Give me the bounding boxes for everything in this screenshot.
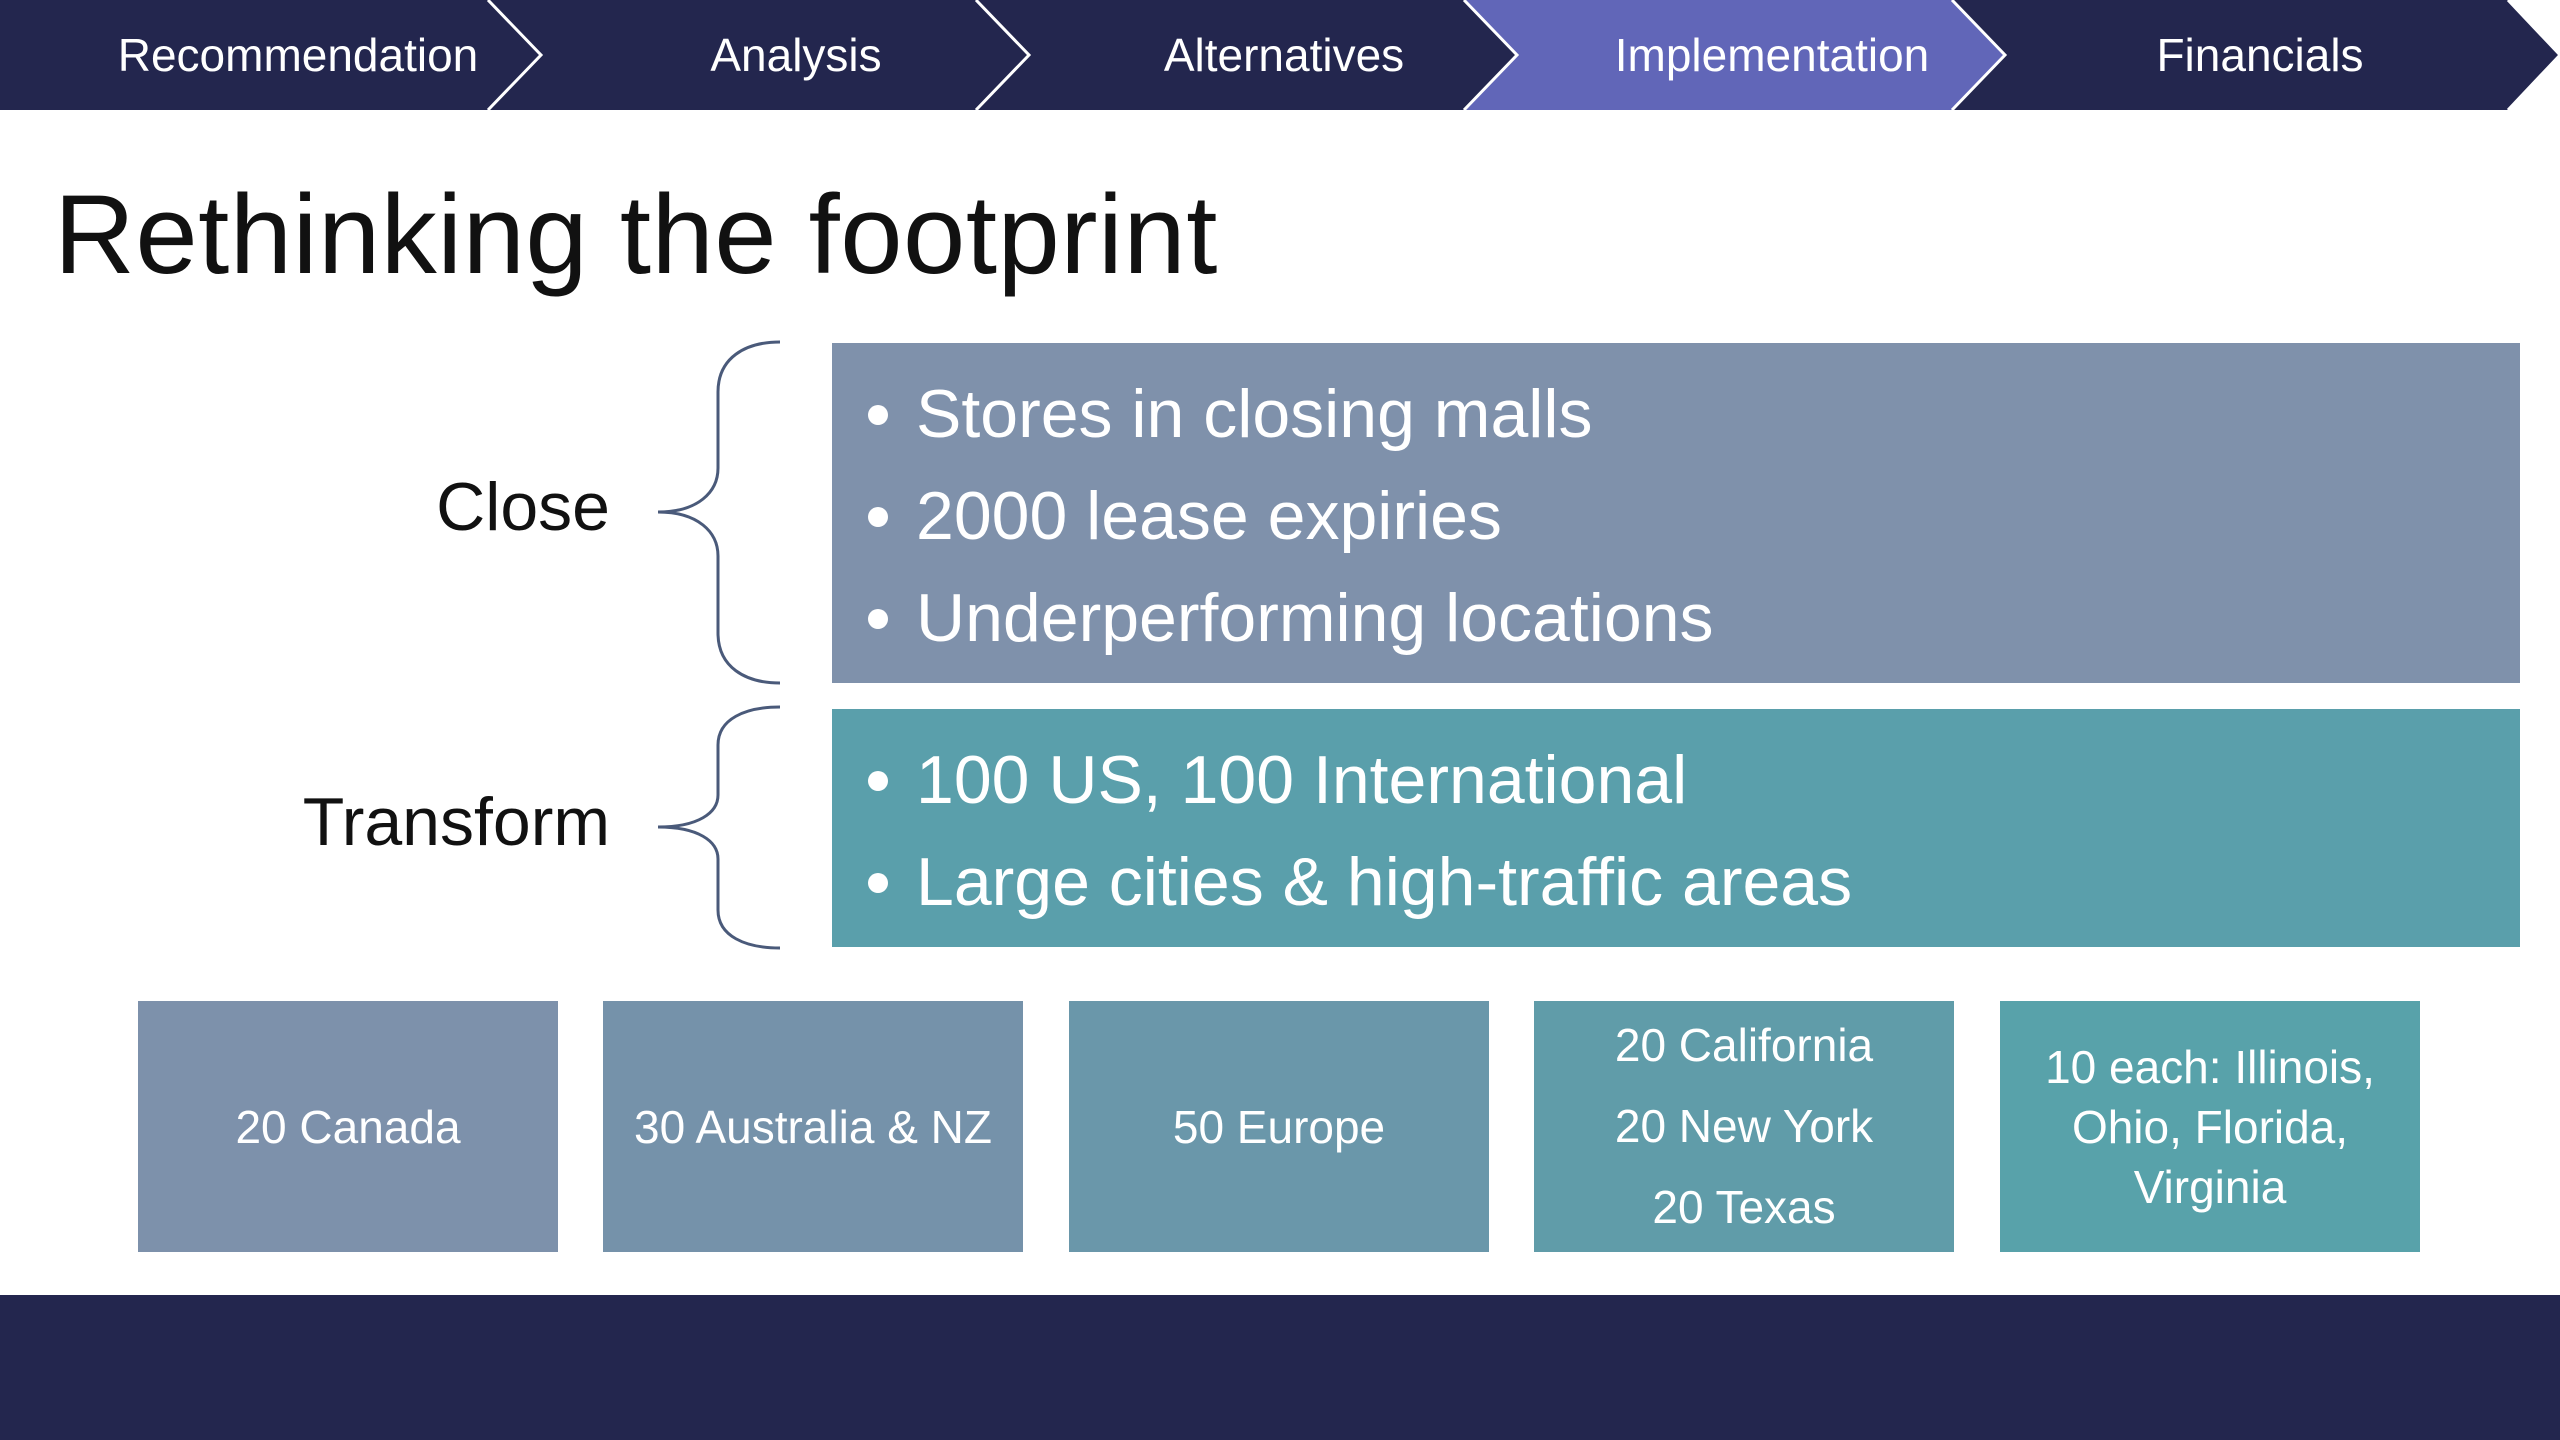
region-tile-europe: 50 Europe (1069, 1001, 1489, 1252)
tab-recommendation[interactable]: Recommendation (88, 0, 508, 110)
transform-item: Large cities & high-traffic areas (860, 831, 2520, 933)
tab-alternatives[interactable]: Alternatives (1074, 0, 1494, 110)
footer-bar (0, 1295, 2560, 1440)
tile-line: Virginia (2133, 1160, 2287, 1213)
transform-list: 100 US, 100 International Large cities &… (860, 729, 2520, 933)
transform-item: 100 US, 100 International (860, 729, 2520, 831)
tile-line: 30 Australia & NZ (634, 1100, 992, 1153)
tile-line: 50 Europe (1172, 1100, 1386, 1153)
close-list: Stores in closing malls 2000 lease expir… (860, 363, 2520, 669)
tab-analysis[interactable]: Analysis (586, 0, 1006, 110)
transform-label: Transform (302, 784, 610, 860)
close-item: Stores in closing malls (860, 363, 2520, 465)
tab-financials[interactable]: Financials (2050, 0, 2470, 110)
tile-line: Ohio, Florida, (2071, 1100, 2349, 1153)
close-brace-icon (657, 340, 781, 685)
transform-brace-icon (657, 705, 781, 950)
tab-implementation[interactable]: Implementation (1562, 0, 1982, 110)
close-item: 2000 lease expiries (860, 465, 2520, 567)
tile-line: 20 California (1614, 1019, 1874, 1071)
region-tile-canada: 20 Canada (138, 1001, 558, 1252)
slide-title: Rethinking the footprint (54, 172, 1218, 297)
tile-line: 20 Canada (235, 1100, 461, 1153)
close-label: Close (436, 469, 610, 545)
tile-line: 20 New York (1614, 1100, 1874, 1152)
close-item: Underperforming locations (860, 567, 2520, 669)
region-tile-us-other-states: 10 each: Illinois, Ohio, Florida, Virgin… (2000, 1001, 2420, 1252)
process-nav: Recommendation Analysis Alternatives Imp… (0, 0, 2560, 110)
close-panel: Stores in closing malls 2000 lease expir… (832, 343, 2520, 683)
tile-line: 20 Texas (1652, 1181, 1836, 1233)
transform-panel: 100 US, 100 International Large cities &… (832, 709, 2520, 947)
tile-line: 10 each: Illinois, (2045, 1040, 2375, 1093)
region-tile-australia-nz: 30 Australia & NZ (603, 1001, 1023, 1252)
region-tile-us-large-states: 20 California 20 New York 20 Texas (1534, 1001, 1954, 1252)
